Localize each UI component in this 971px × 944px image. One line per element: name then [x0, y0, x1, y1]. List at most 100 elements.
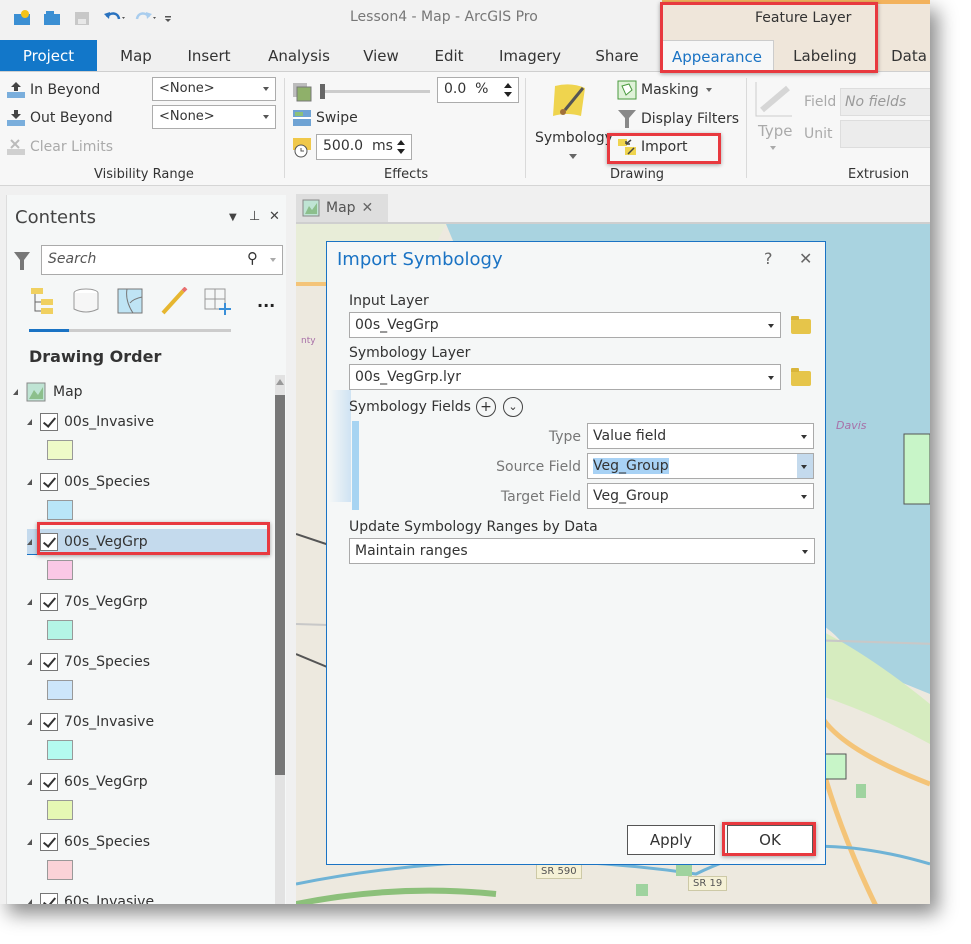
list-by-selection-icon[interactable] [115, 287, 145, 315]
layer-visibility-checkbox[interactable] [40, 532, 58, 551]
tab-data[interactable]: Data [886, 40, 930, 72]
layer-symbol-swatch[interactable] [47, 440, 73, 460]
layer-symbol-swatch[interactable] [47, 620, 73, 640]
browse-folder-icon[interactable] [791, 316, 811, 334]
layer-row[interactable]: 00s_Invasive [27, 409, 289, 435]
list-by-snapping-icon[interactable] [203, 287, 233, 315]
layer-visibility-checkbox[interactable] [40, 473, 58, 491]
search-icon[interactable]: ⚲ [247, 249, 258, 267]
tab-insert[interactable]: Insert [180, 40, 238, 72]
expand-icon[interactable] [27, 839, 32, 845]
layer-symbol-swatch[interactable] [47, 860, 73, 880]
chevron-down-icon[interactable] [270, 258, 276, 262]
scrollbar-thumb[interactable] [275, 395, 285, 775]
layer-symbol-swatch[interactable] [47, 800, 73, 820]
display-filters-button[interactable]: Display Filters [617, 108, 739, 130]
masking-button[interactable]: Masking [617, 80, 712, 100]
ok-button[interactable]: OK [727, 825, 813, 855]
tab-share[interactable]: Share [590, 40, 644, 72]
tab-edit[interactable]: Edit [428, 40, 470, 72]
type-combo[interactable]: Value field [587, 423, 814, 449]
layer-row[interactable]: 70s_Species [27, 649, 289, 675]
layer-row[interactable]: 60s_Invasive [27, 889, 289, 904]
map-view-tab[interactable]: Map ✕ [296, 194, 388, 222]
transparency-spinner[interactable]: 0.0 % [437, 77, 519, 103]
input-layer-combo[interactable]: 00s_VegGrp [349, 312, 781, 338]
layer-visibility-checkbox[interactable] [40, 833, 58, 851]
out-beyond-button[interactable]: Out Beyond [6, 108, 113, 128]
layer-row[interactable]: 60s_VegGrp [27, 769, 289, 795]
expand-icon[interactable] [13, 389, 18, 395]
layer-visibility-checkbox[interactable] [40, 893, 58, 904]
expand-icon[interactable] [27, 479, 32, 485]
extrusion-unit-combo[interactable] [840, 120, 930, 148]
tab-project[interactable]: Project [0, 40, 97, 72]
layer-visibility-checkbox[interactable] [40, 413, 58, 431]
slider-thumb[interactable] [320, 84, 325, 99]
open-project-icon[interactable] [42, 8, 62, 28]
tab-analysis[interactable]: Analysis [260, 40, 338, 72]
more-options-button[interactable]: ... [257, 292, 275, 311]
expand-icon[interactable] [27, 538, 32, 545]
in-beyond-combo[interactable]: <None> [152, 77, 276, 101]
scroll-up-icon[interactable] [276, 379, 284, 385]
list-by-editing-icon[interactable] [159, 287, 189, 315]
close-tab-icon[interactable]: ✕ [362, 200, 374, 216]
browse-folder-icon[interactable] [791, 368, 811, 386]
swipe-button[interactable]: Swipe [292, 108, 358, 128]
out-beyond-combo[interactable]: <None> [152, 105, 276, 129]
layer-row-selected[interactable]: 00s_VegGrp [27, 529, 267, 555]
close-pane-icon[interactable]: ✕ [269, 209, 280, 224]
source-field-combo[interactable]: Veg_Group [587, 453, 814, 479]
layer-row[interactable]: 70s_Invasive [27, 709, 289, 735]
add-field-icon[interactable]: + [476, 397, 496, 417]
symbology-button[interactable]: Symbology [533, 78, 613, 164]
layer-symbol-swatch[interactable] [47, 500, 73, 520]
layer-symbol-swatch[interactable] [47, 740, 73, 760]
spin-up-icon[interactable] [504, 83, 512, 88]
filter-icon[interactable] [13, 250, 31, 272]
in-beyond-button[interactable]: In Beyond [6, 80, 100, 100]
symbology-layer-combo[interactable]: 00s_VegGrp.lyr [349, 364, 781, 390]
redo-icon[interactable] [132, 8, 156, 28]
contents-scrollbar[interactable] [275, 375, 285, 904]
clear-limits-button[interactable]: Clear Limits [6, 137, 113, 157]
undo-icon[interactable] [102, 8, 125, 28]
save-project-icon[interactable] [72, 8, 92, 28]
tab-map[interactable]: Map [112, 40, 160, 72]
layer-visibility-checkbox[interactable] [40, 713, 58, 731]
expand-icon[interactable] [27, 659, 32, 665]
target-field-combo[interactable]: Veg_Group [587, 483, 814, 509]
list-by-drawing-order-icon[interactable] [27, 287, 57, 315]
spin-down-icon[interactable] [504, 92, 512, 97]
expand-icon[interactable] [27, 599, 32, 605]
expand-icon[interactable] [27, 899, 32, 904]
layer-symbol-swatch[interactable] [47, 680, 73, 700]
transparency-slider[interactable] [320, 84, 430, 99]
expand-icon[interactable] [27, 779, 32, 785]
import-symbology-button[interactable]: Import [617, 137, 687, 157]
list-by-data-source-icon[interactable] [71, 287, 101, 315]
tab-appearance[interactable]: Appearance [660, 40, 774, 72]
spin-up-icon[interactable] [397, 140, 405, 145]
spin-down-icon[interactable] [397, 149, 405, 154]
tab-labeling[interactable]: Labeling [786, 40, 864, 72]
tree-node-map[interactable]: Map [13, 379, 275, 405]
expand-fields-icon[interactable]: ⌄ [503, 397, 523, 417]
pane-menu-icon[interactable]: ▼ [229, 212, 237, 223]
layer-visibility-checkbox[interactable] [40, 593, 58, 611]
layer-row[interactable]: 60s_Species [27, 829, 289, 855]
layer-row[interactable]: 00s_Species [27, 469, 289, 495]
layer-symbol-swatch[interactable] [47, 560, 73, 580]
close-icon[interactable]: ✕ [799, 249, 812, 268]
tab-view[interactable]: View [358, 40, 404, 72]
update-ranges-combo[interactable]: Maintain ranges [349, 538, 815, 564]
expand-icon[interactable] [27, 719, 32, 725]
tab-imagery[interactable]: Imagery [494, 40, 566, 72]
extrusion-type-button[interactable]: Type [754, 80, 798, 160]
layer-visibility-checkbox[interactable] [40, 653, 58, 671]
contents-search-input[interactable]: Search ⚲ [41, 245, 283, 275]
customize-icon[interactable] [162, 8, 182, 28]
help-icon[interactable]: ? [764, 249, 773, 268]
layer-row[interactable]: 70s_VegGrp [27, 589, 289, 615]
